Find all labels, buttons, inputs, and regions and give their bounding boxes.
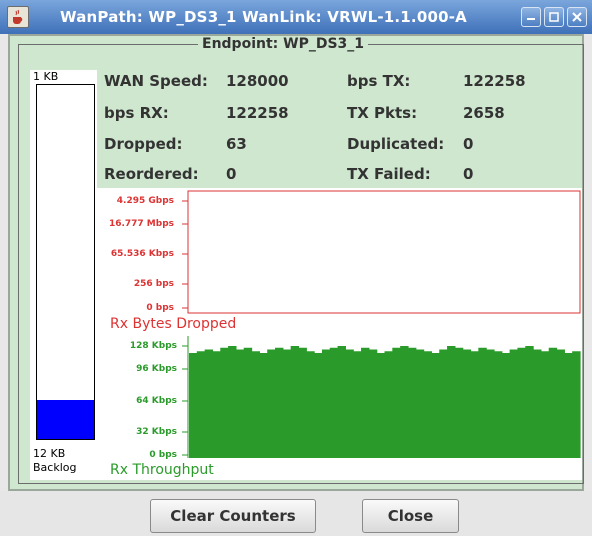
rx-throughput-bar	[376, 353, 386, 458]
rx-throughput-bar	[454, 347, 464, 458]
rx-throughput-bar	[321, 349, 331, 458]
rx-throughput-bar	[275, 347, 284, 458]
rx-throughput-bar	[564, 353, 573, 458]
rx-throughput-bar	[306, 351, 315, 458]
rx-throughput-bar	[251, 351, 260, 458]
rx-throughput-bar	[439, 349, 448, 458]
rx-throughput-bar	[556, 349, 565, 458]
close-button[interactable]: Close	[362, 499, 459, 533]
rx-throughput-bar	[486, 349, 495, 458]
rx-throughput-bar	[525, 346, 534, 458]
rx-throughput-bar	[493, 351, 503, 458]
rx-throughput-bar	[228, 346, 237, 458]
rx-throughput-bar	[282, 349, 292, 458]
rx-throughput-bar	[400, 346, 409, 458]
rx-throughput-bar	[447, 346, 456, 458]
rx-throughput-bar	[298, 347, 307, 458]
rx-throughput-bar	[384, 351, 393, 458]
rx-throughput-bar	[353, 351, 362, 458]
rx-throughput-bar	[196, 351, 206, 458]
rx-throughput-bar	[470, 351, 479, 458]
rx-throughput-bar	[368, 349, 378, 458]
wanpath-window: WanPath: WP_DS3_1 WanLink: VRWL-1.1.000-…	[0, 0, 592, 536]
rx-throughput-bar	[204, 349, 214, 458]
rx-throughput-bar	[431, 353, 440, 458]
rx-throughput-bar	[392, 347, 401, 458]
rx-throughput-bar	[361, 347, 370, 458]
rx-throughput-bar	[540, 351, 550, 458]
rx-throughput-bar	[259, 353, 268, 458]
rx-throughput-bar	[345, 349, 354, 458]
rx-throughput-bar	[235, 349, 245, 458]
rx-throughput-bar	[462, 349, 472, 458]
rx-throughput-bar	[212, 351, 221, 458]
rx-throughput-bar	[243, 347, 253, 458]
rx-throughput-bar	[407, 347, 417, 458]
rx-throughput-bar	[314, 353, 323, 458]
rx-throughput-bar	[572, 351, 581, 458]
rx-throughput-bar	[189, 353, 198, 458]
rx-dropped-plot-frame	[187, 190, 581, 314]
clear-counters-button[interactable]: Clear Counters	[150, 499, 316, 533]
rx-throughput-bar	[548, 347, 558, 458]
rx-throughput-bar	[533, 349, 542, 458]
rx-throughput-bar	[220, 347, 229, 458]
rx-throughput-bar	[337, 346, 346, 458]
rx-throughput-bar	[267, 349, 276, 458]
rx-throughput-bar	[423, 351, 433, 458]
rx-throughput-bar	[290, 346, 300, 458]
rx-throughput-bar	[509, 349, 519, 458]
rx-throughput-bar	[478, 347, 487, 458]
rx-throughput-bar	[415, 349, 425, 458]
rx-throughput-bar	[517, 347, 526, 458]
rx-throughput-bar	[329, 347, 339, 458]
charts-svg	[182, 190, 581, 458]
rx-throughput-bar	[501, 353, 511, 458]
